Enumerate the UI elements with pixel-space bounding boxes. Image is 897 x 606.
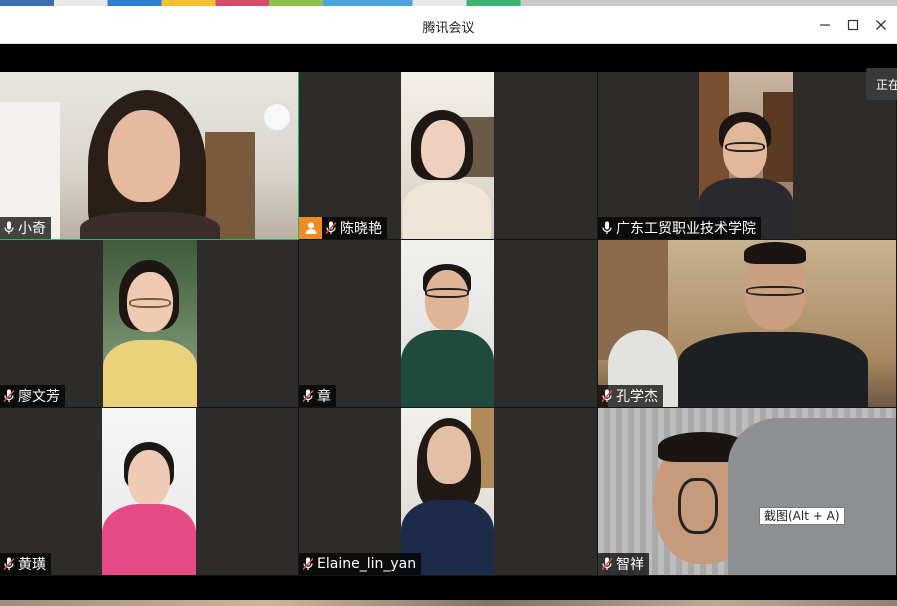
body-shape bbox=[728, 418, 896, 575]
participant-name-label: 智祥 bbox=[598, 553, 649, 575]
participant-name: 章 bbox=[317, 389, 331, 405]
video-feed bbox=[102, 408, 196, 575]
mic-on-icon bbox=[2, 220, 16, 236]
participant-name-label: 章 bbox=[299, 385, 336, 407]
face-shape bbox=[128, 450, 170, 506]
participant-name: 黄璜 bbox=[18, 557, 46, 573]
participant-name: 智祥 bbox=[616, 557, 644, 573]
window-title: 腾讯会议 bbox=[422, 21, 475, 36]
participant-tile[interactable]: 孔学杰 bbox=[598, 240, 897, 408]
video-feed bbox=[699, 72, 793, 239]
bottom-toolbar-area bbox=[0, 576, 897, 600]
body-shape bbox=[103, 340, 197, 407]
desktop-background-strip bbox=[0, 600, 897, 606]
participant-name-label: 陈晓艳 bbox=[322, 217, 387, 239]
top-toolbar-area bbox=[0, 44, 897, 72]
minimize-button[interactable] bbox=[812, 13, 838, 37]
video-feed bbox=[0, 72, 298, 239]
video-feed bbox=[401, 72, 494, 239]
mic-muted-icon bbox=[2, 388, 16, 404]
maximize-icon bbox=[847, 19, 859, 31]
mic-muted-icon bbox=[600, 556, 614, 572]
video-feed bbox=[401, 240, 494, 407]
maximize-button[interactable] bbox=[840, 13, 866, 37]
participant-name: 廖文芳 bbox=[18, 389, 60, 405]
participant-name: 陈晓艳 bbox=[340, 221, 382, 237]
video-feed bbox=[401, 408, 494, 575]
mic-muted-icon bbox=[301, 556, 315, 572]
glasses-icon bbox=[746, 286, 804, 296]
participant-name: 小奇 bbox=[18, 221, 46, 237]
body-shape bbox=[403, 182, 491, 239]
hair-shape bbox=[744, 242, 806, 264]
body-shape bbox=[102, 504, 196, 575]
wall-clock-icon bbox=[262, 102, 292, 132]
video-feed bbox=[598, 240, 896, 407]
video-feed bbox=[103, 240, 197, 407]
glasses-icon bbox=[725, 142, 765, 152]
participant-tile[interactable]: Elaine_lin_yan bbox=[299, 408, 598, 576]
mic-on-icon bbox=[600, 220, 614, 236]
mic-muted-icon bbox=[324, 220, 338, 236]
mic-muted-icon bbox=[301, 388, 315, 404]
participant-name: 孔学杰 bbox=[616, 389, 658, 405]
title-bar: 腾讯会议 bbox=[0, 6, 897, 44]
body-shape bbox=[80, 212, 220, 239]
participant-tile[interactable]: 廖文芳 bbox=[0, 240, 299, 408]
glasses-icon bbox=[425, 288, 469, 298]
body-shape bbox=[678, 332, 868, 407]
participant-name-label: 廖文芳 bbox=[0, 385, 65, 407]
participant-name: Elaine_lin_yan bbox=[317, 556, 417, 572]
body-shape bbox=[401, 330, 494, 407]
video-feed bbox=[598, 408, 896, 575]
participant-name-label: 黄璜 bbox=[0, 553, 51, 575]
participant-tile[interactable]: 智祥 bbox=[598, 408, 897, 576]
participant-name-label: 孔学杰 bbox=[598, 385, 663, 407]
participant-tile[interactable]: 章 bbox=[299, 240, 598, 408]
glasses-icon bbox=[129, 298, 171, 308]
participant-name-label: 小奇 bbox=[0, 217, 51, 239]
close-icon bbox=[876, 20, 886, 30]
avatar-icon bbox=[299, 217, 322, 239]
mic-muted-icon bbox=[2, 556, 16, 572]
face-shape bbox=[108, 110, 180, 202]
participant-tile[interactable]: 小奇 bbox=[0, 72, 299, 240]
participant-name-label: 广东工贸职业技术学院 bbox=[598, 217, 761, 239]
participant-tile[interactable]: 陈晓艳 bbox=[299, 72, 598, 240]
participant-tile[interactable]: 广东工贸职业技术学院 bbox=[598, 72, 897, 240]
video-grid: 小奇 陈晓艳 广东工贸职业技术学院 廖文芳 章 孔学杰 黄璜 Elaine_li… bbox=[0, 72, 897, 576]
glasses-icon bbox=[678, 478, 718, 534]
screenshot-tooltip: 截图(Alt + A) bbox=[759, 507, 845, 525]
face-shape bbox=[427, 426, 471, 484]
minimize-icon bbox=[820, 24, 830, 26]
mic-muted-icon bbox=[600, 388, 614, 404]
participant-name-label: Elaine_lin_yan bbox=[299, 553, 422, 575]
participant-name: 广东工贸职业技术学院 bbox=[616, 221, 756, 237]
side-panel-tab[interactable]: 正在 bbox=[866, 68, 897, 100]
face-shape bbox=[421, 120, 465, 178]
close-button[interactable] bbox=[868, 13, 894, 37]
participant-tile[interactable]: 黄璜 bbox=[0, 408, 299, 576]
face-shape bbox=[425, 270, 469, 330]
